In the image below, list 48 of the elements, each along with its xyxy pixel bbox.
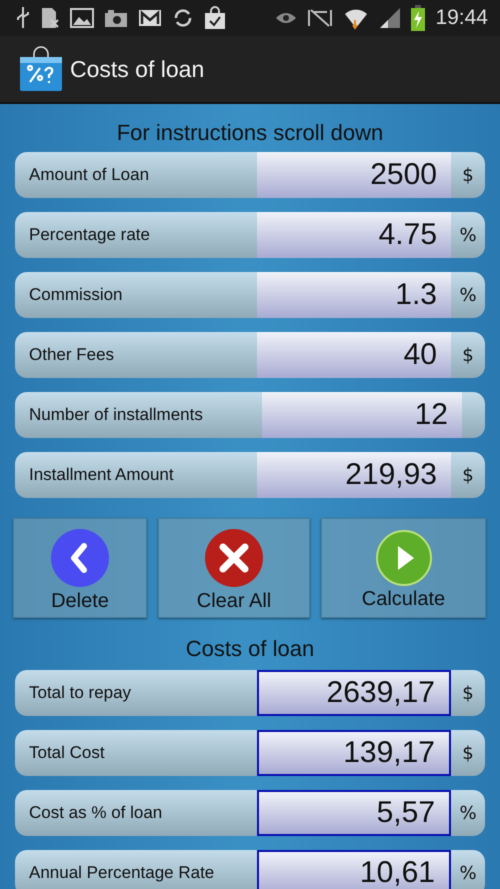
sync-icon [172,7,194,29]
input-field[interactable]: 219,93 [257,452,451,498]
unit-label: $ [461,164,475,188]
app-title: Costs of loan [70,56,204,82]
field-label: Total to repay [28,682,132,704]
image-icon [70,7,94,29]
result-field: 10,61 [257,850,451,889]
unit-label: $ [461,682,475,706]
unit-label: $ [461,742,475,766]
field-label: Annual Percentage Rate [28,862,216,884]
field-label: Cost as % of loan [28,802,164,824]
close-icon [204,528,264,588]
field-label: Other Fees [28,344,116,366]
input-field[interactable]: 12 [262,392,462,438]
app-logo-icon [18,46,64,92]
calculate-button[interactable]: Calculate [321,518,486,618]
field-label: Commission [28,284,124,306]
signal-icon [379,7,402,29]
field-label: Number of installments [28,404,204,426]
result-field: 5,57 [257,790,451,836]
result-field: 139,17 [257,730,451,776]
field-label: Percentage rate [28,224,151,246]
delete-button[interactable]: Delete [13,518,147,618]
clear-all-button[interactable]: Clear All [158,518,310,618]
result-field: 2639,17 [257,670,451,716]
eye-icon [275,10,298,26]
section-heading: For instructions scroll down [116,120,384,146]
field-label: Total Cost [28,742,106,764]
input-field[interactable]: 4.75 [257,212,451,258]
section-heading: Costs of loan [184,636,316,662]
field-label: Amount of Loan [28,164,150,186]
camera-icon [104,8,128,28]
mail-icon [138,8,162,28]
unit-label: % [458,862,478,886]
play-icon [376,530,432,586]
unit-label: $ [461,464,475,488]
unit-label: $ [461,344,475,368]
unit-label: % [458,224,478,248]
input-field[interactable]: 2500 [257,152,451,198]
input-field[interactable]: 1.3 [257,272,451,318]
sim-card-icon [40,6,60,30]
input-field[interactable]: 40 [257,332,451,378]
unit-label: % [458,802,478,826]
battery-icon [411,5,426,31]
unit-label: % [458,284,478,308]
field-label: Installment Amount [28,464,175,486]
status-time: 19:44 [435,6,488,30]
shopping-bag-icon [204,6,226,30]
